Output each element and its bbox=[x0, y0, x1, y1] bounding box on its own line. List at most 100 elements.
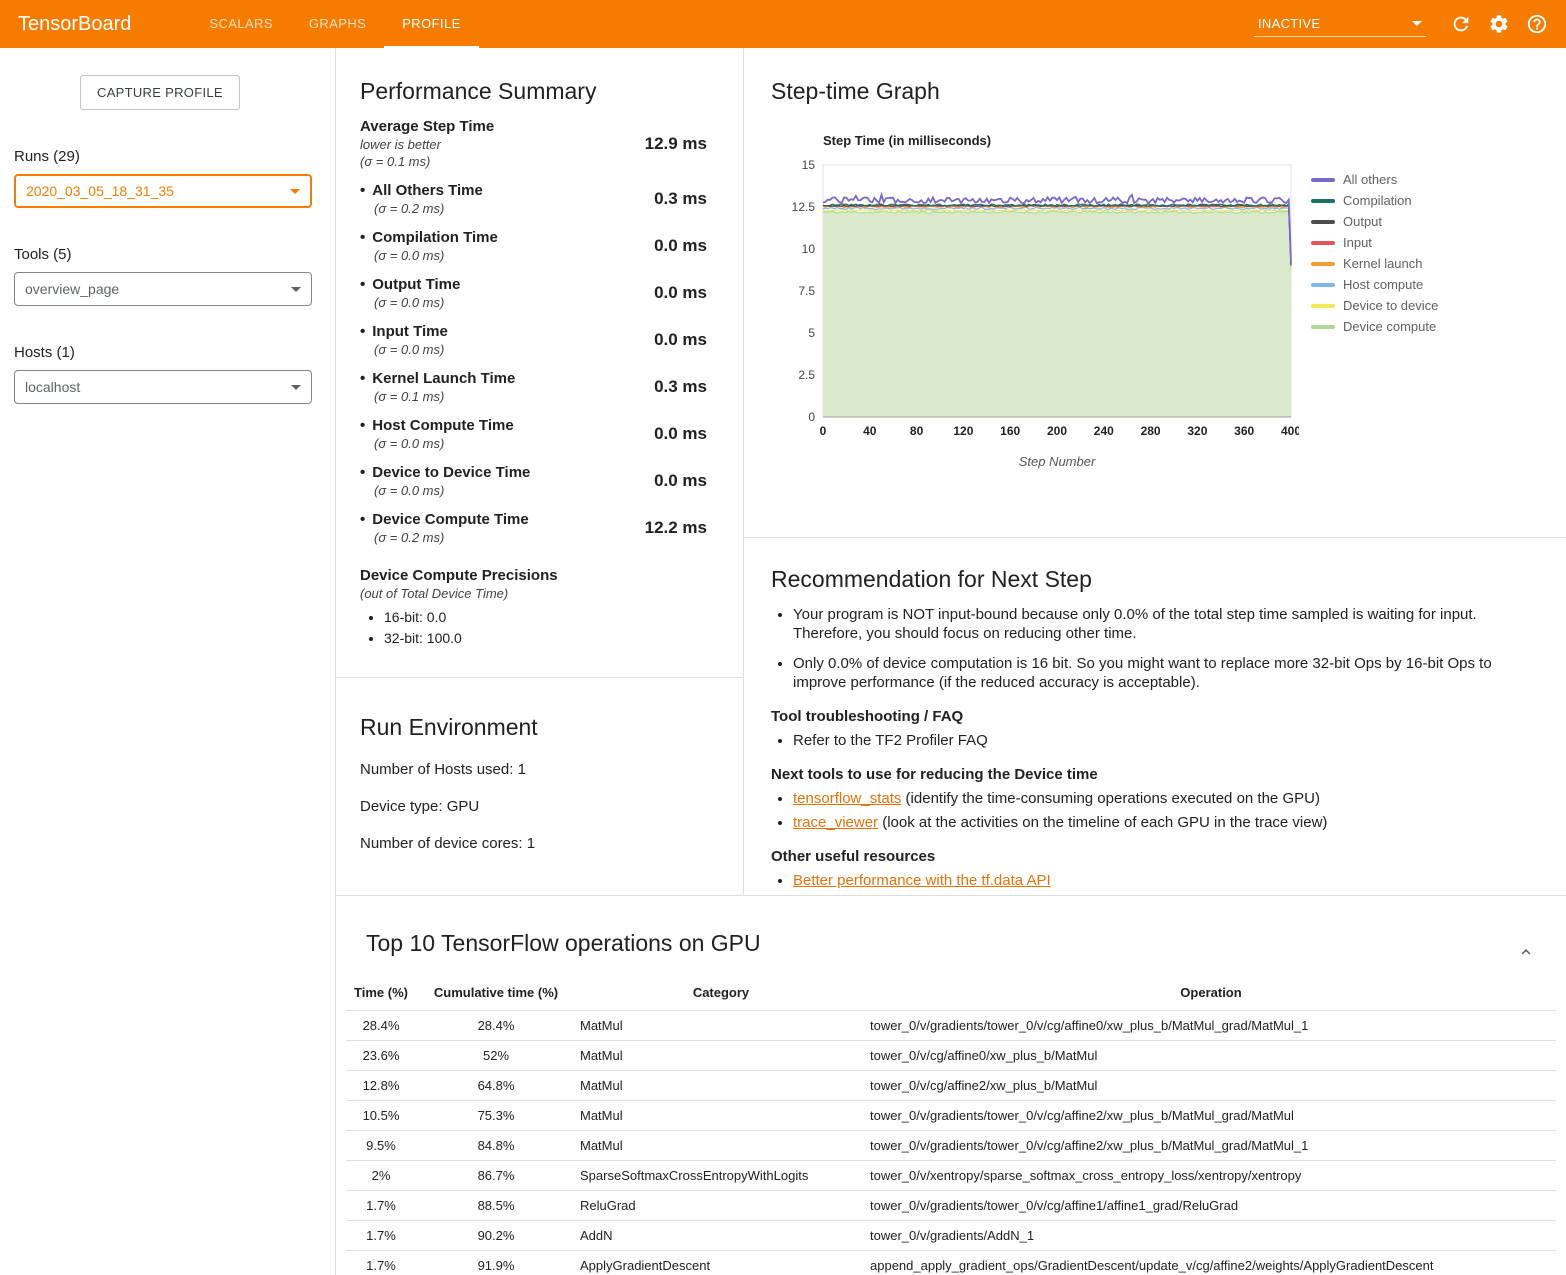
perf-item-text: •Compilation Time(σ = 0.0 ms) bbox=[360, 229, 498, 263]
legend-item: Compilation bbox=[1311, 190, 1438, 211]
cumulative-cell: 52% bbox=[416, 1041, 576, 1071]
perf-item-label: •Input Time bbox=[360, 323, 448, 340]
perf-item-text: • Output Time (σ = 0.0 ms) bbox=[360, 276, 460, 310]
svg-text:10: 10 bbox=[802, 242, 816, 256]
tools-dropdown[interactable]: overview_page bbox=[14, 272, 312, 306]
legend-swatch bbox=[1311, 241, 1335, 245]
collapse-button[interactable] bbox=[1512, 938, 1540, 966]
perf-item-label: •Device Compute Time bbox=[360, 511, 529, 528]
svg-text:Step Time (in milliseconds): Step Time (in milliseconds) bbox=[823, 133, 991, 148]
time-cell: 2% bbox=[346, 1161, 416, 1191]
table-row: 10.5%75.3%MatMultower_0/v/gradients/towe… bbox=[346, 1101, 1556, 1131]
capture-profile-button[interactable]: CAPTURE PROFILE bbox=[80, 75, 240, 110]
perf-item-note: (σ = 0.0 ms) bbox=[374, 342, 448, 357]
app-title: TensorBoard bbox=[18, 13, 131, 36]
perf-item-text: •Kernel Launch Time(σ = 0.1 ms) bbox=[360, 370, 515, 404]
legend-label: Kernel launch bbox=[1343, 256, 1423, 271]
legend-label: Device to device bbox=[1343, 298, 1438, 313]
caret-down-icon bbox=[291, 385, 301, 390]
column-header: Cumulative time (%) bbox=[416, 977, 576, 1011]
run-env-line: Number of device cores: 1 bbox=[360, 835, 719, 852]
trace-viewer-link[interactable]: trace_viewer bbox=[793, 814, 878, 831]
settings-button[interactable] bbox=[1480, 5, 1518, 43]
svg-text:40: 40 bbox=[863, 424, 877, 438]
cumulative-cell: 84.8% bbox=[416, 1131, 576, 1161]
perf-item-note: (σ = 0.0 ms) bbox=[374, 436, 514, 451]
legend-item: Output bbox=[1311, 211, 1438, 232]
right-column: Step-time Graph Step Time (in millisecon… bbox=[744, 48, 1566, 895]
legend-swatch bbox=[1311, 283, 1335, 287]
legend-item: Device compute bbox=[1311, 316, 1438, 337]
next-tool-desc: (look at the activities on the timeline … bbox=[878, 814, 1327, 831]
table-row: 1.7%90.2%AddNtower_0/v/gradients/AddN_1 bbox=[346, 1221, 1556, 1251]
tab-scalars[interactable]: SCALARS bbox=[191, 0, 291, 48]
perf-summary-item: •All Others Time(σ = 0.2 ms)0.3 ms bbox=[360, 182, 707, 216]
run-status-select[interactable]: INACTIVE bbox=[1254, 12, 1426, 37]
top-ops-panel: Top 10 TensorFlow operations on GPU Time… bbox=[336, 895, 1566, 1275]
tab-graphs[interactable]: GRAPHS bbox=[291, 0, 384, 48]
svg-text:7.5: 7.5 bbox=[798, 284, 815, 298]
category-cell: MatMul bbox=[576, 1071, 866, 1101]
perf-item-note: (σ = 0.0 ms) bbox=[374, 483, 530, 498]
perf-item-label-text: Output Time bbox=[372, 276, 460, 293]
refresh-button[interactable] bbox=[1442, 5, 1480, 43]
bullet-icon: • bbox=[360, 276, 365, 293]
toolbar-right: INACTIVE bbox=[1254, 5, 1556, 43]
tab-profile[interactable]: PROFILE bbox=[384, 0, 478, 48]
perf-item-value: 0.0 ms bbox=[654, 330, 707, 350]
better-performance-with-the-tf-data-api-link[interactable]: Better performance with the tf.data API bbox=[793, 872, 1051, 889]
runs-dropdown-value: 2020_03_05_18_31_35 bbox=[26, 183, 174, 199]
time-cell: 23.6% bbox=[346, 1041, 416, 1071]
legend-swatch bbox=[1311, 199, 1335, 203]
step-time-chart: Step Time (in milliseconds)02.557.51012.… bbox=[771, 131, 1299, 477]
perf-item-label: •Kernel Launch Time bbox=[360, 370, 515, 387]
tensorflow-stats-link[interactable]: tensorflow_stats bbox=[793, 790, 901, 807]
precision-item: 32-bit: 100.0 bbox=[384, 630, 707, 646]
perf-summary-item: •Kernel Launch Time(σ = 0.1 ms) 0.3 ms bbox=[360, 370, 707, 404]
svg-text:80: 80 bbox=[910, 424, 924, 438]
time-cell: 10.5% bbox=[346, 1101, 416, 1131]
svg-text:5: 5 bbox=[808, 326, 815, 340]
perf-item-note: (σ = 0.0 ms) bbox=[374, 295, 460, 310]
perf-item-label: •All Others Time bbox=[360, 182, 483, 199]
cumulative-cell: 64.8% bbox=[416, 1071, 576, 1101]
sidebar: CAPTURE PROFILE Runs (29) 2020_03_05_18_… bbox=[0, 48, 335, 1275]
hosts-label: Hosts (1) bbox=[14, 344, 335, 361]
hosts-dropdown[interactable]: localhost bbox=[14, 370, 312, 404]
hosts-dropdown-value: localhost bbox=[25, 379, 80, 395]
precisions-note: (out of Total Device Time) bbox=[360, 586, 707, 601]
table-row: 23.6%52%MatMultower_0/v/cg/affine0/xw_pl… bbox=[346, 1041, 1556, 1071]
recommendation-panel: Recommendation for Next Step Your progra… bbox=[744, 538, 1566, 890]
other-resources-list: Better performance with the tf.data API bbox=[771, 871, 1526, 890]
legend-swatch bbox=[1311, 262, 1335, 266]
legend-label: All others bbox=[1343, 172, 1397, 187]
table-row: 1.7%91.9%ApplyGradientDescentappend_appl… bbox=[346, 1251, 1556, 1275]
next-tool-desc: (identify the time-consuming operations … bbox=[901, 790, 1320, 807]
next-tool-item: tensorflow_stats (identify the time-cons… bbox=[793, 789, 1526, 808]
step-time-graph-panel: Step-time Graph Step Time (in millisecon… bbox=[744, 48, 1566, 538]
operation-cell: tower_0/v/cg/affine0/xw_plus_b/MatMul bbox=[866, 1041, 1556, 1071]
chart-legend: All othersCompilationOutputInputKernel l… bbox=[1311, 131, 1438, 477]
perf-item-value: 0.3 ms bbox=[654, 377, 707, 397]
top-ops-tbody: 28.4%28.4%MatMultower_0/v/gradients/towe… bbox=[346, 1011, 1556, 1275]
perf-item-label-text: Host Compute Time bbox=[372, 417, 513, 434]
category-cell: MatMul bbox=[576, 1131, 866, 1161]
column-header: Time (%) bbox=[346, 977, 416, 1011]
perf-item-text: •All Others Time(σ = 0.2 ms) bbox=[360, 182, 483, 216]
legend-item: Kernel launch bbox=[1311, 253, 1438, 274]
table-row: 12.8%64.8%MatMultower_0/v/cg/affine2/xw_… bbox=[346, 1071, 1556, 1101]
bullet-icon: • bbox=[360, 511, 365, 528]
perf-item-label-text: Device to Device Time bbox=[372, 464, 530, 481]
cumulative-cell: 28.4% bbox=[416, 1011, 576, 1041]
operation-cell: tower_0/v/gradients/tower_0/v/cg/affine1… bbox=[866, 1191, 1556, 1221]
category-cell: SparseSoftmaxCrossEntropyWithLogits bbox=[576, 1161, 866, 1191]
nav-tabs: SCALARS GRAPHS PROFILE bbox=[191, 0, 478, 48]
bullet-icon: • bbox=[360, 370, 365, 387]
top-ops-table: Time (%)Cumulative time (%)CategoryOpera… bbox=[346, 977, 1556, 1275]
cumulative-cell: 90.2% bbox=[416, 1221, 576, 1251]
runs-dropdown[interactable]: 2020_03_05_18_31_35 bbox=[14, 174, 312, 208]
bullet-icon: • bbox=[360, 229, 365, 246]
perf-item-value: 0.0 ms bbox=[654, 424, 707, 444]
help-button[interactable] bbox=[1518, 5, 1556, 43]
table-header-row: Time (%)Cumulative time (%)CategoryOpera… bbox=[346, 977, 1556, 1011]
